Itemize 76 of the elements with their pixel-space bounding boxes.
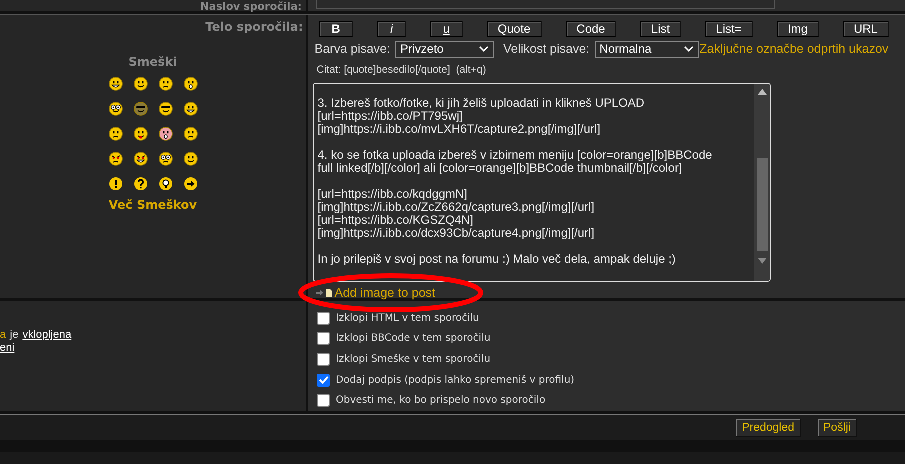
- format-button[interactable]: i: [377, 21, 406, 37]
- smiley-icon[interactable]: [108, 76, 122, 90]
- action-button[interactable]: Predogled: [736, 418, 801, 436]
- option-label: Izklopi Smeške v tem sporočilu: [336, 352, 491, 367]
- format-button[interactable]: URL: [842, 21, 889, 37]
- scroll-thumb[interactable]: [756, 158, 768, 250]
- field-label: Barva pisave:: [314, 41, 390, 58]
- checkbox[interactable]: [317, 394, 330, 408]
- smiley-icon[interactable]: [134, 176, 148, 190]
- highlighted-text: a: [0, 329, 6, 342]
- smiley-icon[interactable]: [108, 102, 122, 116]
- field-label: Naslov sporočila:: [199, 0, 303, 14]
- scroll-down-icon[interactable]: [758, 258, 766, 264]
- option-label: Izklopi HTML v tem sporočilu: [336, 312, 480, 326]
- note-link[interactable]: vklopljena: [22, 329, 72, 342]
- smiley-icon[interactable]: [184, 126, 198, 140]
- message-line: 4. ko se fotka uploada izbereš v izbirnem meniju [color=orange][b]BBCode: [318, 148, 714, 162]
- smiley-icon[interactable]: [158, 152, 172, 166]
- message-field[interactable]: [312, 82, 771, 282]
- message-line: [img]https://i.ibb.co/ZcZ662q/capture3.png[/img][/url]: [318, 200, 596, 214]
- action-button[interactable]: Pošlji: [818, 418, 857, 436]
- smiley-icon[interactable]: [158, 102, 172, 116]
- smiley-icon[interactable]: [184, 76, 198, 90]
- smiley-icon[interactable]: [108, 126, 122, 140]
- smilies-title: Smeški: [128, 54, 178, 71]
- message-line: full linked[/b][/color] ali [color=orange][b]BBCode thumbnail[/b][/color]: [318, 162, 682, 174]
- message-line: [img]https://i.ibb.co/dcx93Cb/capture4.png[/img][/url]: [318, 226, 596, 240]
- format-button[interactable]: B: [318, 21, 354, 37]
- message-line: In jo prilepiš v svoj post na forumu :) Malo več dela, ampak deluje ;): [318, 252, 677, 266]
- message-line: [url=https://ibb.co/PT795wj]: [318, 110, 464, 122]
- message-line: [url=https://ibb.co/kqdggmN]: [318, 188, 468, 200]
- scrollbar[interactable]: [754, 84, 770, 280]
- format-button[interactable]: List: [640, 21, 682, 37]
- checkbox[interactable]: [317, 374, 330, 387]
- smiley-icon[interactable]: [184, 152, 198, 166]
- format-button[interactable]: Quote: [486, 21, 542, 37]
- checkbox[interactable]: [317, 352, 330, 366]
- message-line: [url=https://ibb.co/KGSZQ4N]: [318, 214, 474, 226]
- option-label: Izklopi BBCode v tem sporočilu: [336, 332, 491, 346]
- note-link[interactable]: eni: [0, 342, 15, 355]
- smiley-icon[interactable]: [158, 176, 172, 190]
- close-tags-link[interactable]: Zaključne označbe odprtih ukazov: [700, 40, 889, 59]
- note-text: je: [10, 329, 19, 342]
- format-button[interactable]: Img: [776, 21, 819, 37]
- chevron-icon: [479, 46, 490, 52]
- smiley-icon[interactable]: [134, 76, 148, 90]
- smiley-icon[interactable]: [184, 176, 198, 190]
- smiley-icon[interactable]: [108, 176, 122, 190]
- smiley-icon[interactable]: [184, 102, 198, 116]
- add-image-link[interactable]: Add image to post: [334, 284, 436, 302]
- subject-field[interactable]: [316, 0, 775, 9]
- smiley-icon[interactable]: [134, 152, 148, 166]
- message-line: 3. Izbereš fotko/fotke, ki jih želiš uploadati in klikneš UPLOAD: [318, 96, 646, 110]
- arrow-document-icon: [316, 288, 332, 297]
- smiley-icon[interactable]: [158, 76, 172, 90]
- smiley-icon[interactable]: [158, 126, 172, 140]
- more-smilies-link[interactable]: Več Smeškov: [108, 196, 198, 214]
- scroll-up-icon[interactable]: [758, 88, 766, 94]
- format-button[interactable]: List=: [705, 21, 753, 37]
- checkbox[interactable]: [317, 332, 330, 346]
- help-text: Citat: [quote]besedilo[/quote] (alt+q): [316, 62, 488, 78]
- format-button[interactable]: Code: [566, 21, 616, 37]
- checkbox[interactable]: [317, 312, 330, 325]
- smiley-icon[interactable]: [108, 152, 122, 166]
- format-button[interactable]: u: [430, 21, 463, 37]
- option-label: Dodaj podpis (podpis lahko spremeniš v profilu): [336, 374, 575, 388]
- field-label: Telo sporočila:: [204, 19, 304, 36]
- message-line: [img]https://i.ibb.co/mvLXH6T/capture2.png[/img][/url]: [318, 122, 602, 136]
- field-label: Velikost pisave:: [503, 41, 590, 58]
- smiley-icon[interactable]: [134, 126, 148, 140]
- select-field[interactable]: Normalna: [594, 40, 699, 58]
- select-field[interactable]: Privzeto: [395, 40, 494, 58]
- option-label: Obvesti me, ko bo prispelo novo sporočilo: [336, 394, 546, 408]
- select-value: Normalna: [600, 41, 652, 58]
- chevron-icon: [684, 46, 694, 52]
- select-value: Privzeto: [400, 41, 444, 58]
